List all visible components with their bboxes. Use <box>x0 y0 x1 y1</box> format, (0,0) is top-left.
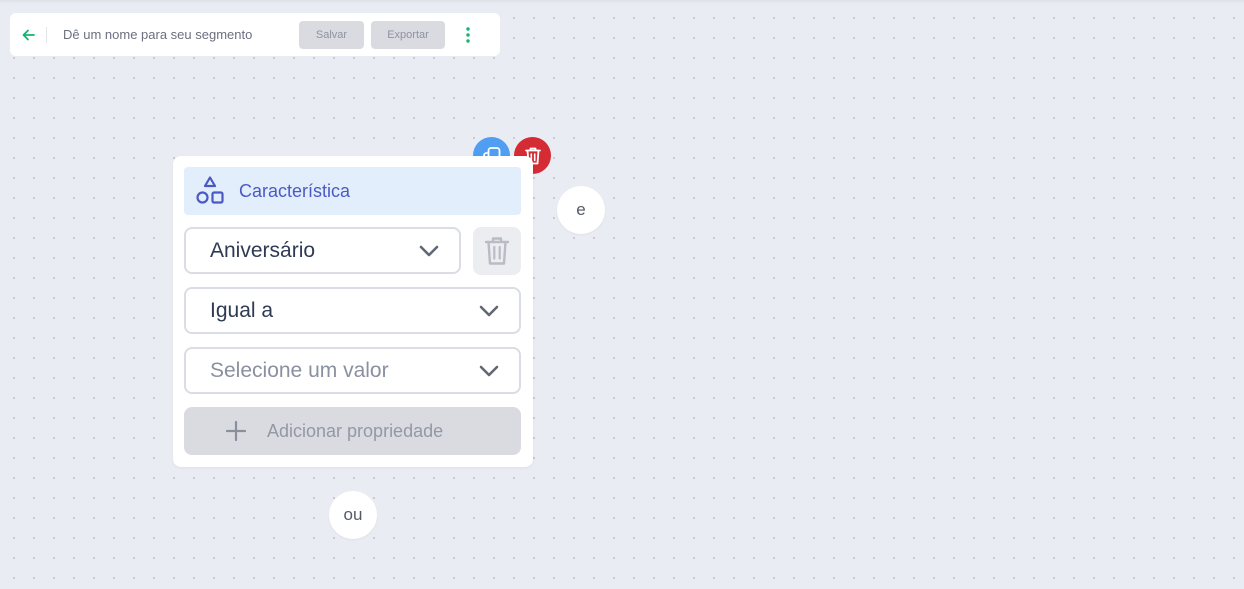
and-connector-button[interactable]: e <box>557 186 605 234</box>
export-button[interactable]: Exportar <box>371 20 445 49</box>
top-edge <box>0 0 1244 4</box>
remove-property-button[interactable] <box>473 227 521 275</box>
value-select-placeholder: Selecione um valor <box>210 358 389 382</box>
save-button[interactable]: Salvar <box>299 20 364 49</box>
arrow-left-icon <box>22 29 35 40</box>
back-button[interactable] <box>10 13 46 56</box>
or-connector-label: ou <box>343 505 363 524</box>
or-connector-button[interactable]: ou <box>329 491 377 539</box>
plus-icon <box>225 420 247 442</box>
shapes-icon <box>196 176 224 204</box>
add-property-button[interactable]: Adicionar propriedade <box>184 407 521 455</box>
segment-name-input[interactable] <box>47 13 285 56</box>
operator-select-value: Igual a <box>210 298 274 322</box>
characteristic-block: Característica Aniversário Igual a Selec… <box>173 156 533 467</box>
kebab-menu-icon <box>466 26 470 43</box>
add-property-label: Adicionar propriedade <box>267 420 444 441</box>
chevron-down-icon <box>479 305 499 316</box>
block-title: Característica <box>239 180 351 201</box>
property-select[interactable]: Aniversário <box>184 227 461 274</box>
trash-icon <box>484 237 510 265</box>
and-connector-label: e <box>576 200 586 219</box>
operator-select[interactable]: Igual a <box>184 287 521 334</box>
value-select[interactable]: Selecione um valor <box>184 347 521 394</box>
more-options-button[interactable] <box>453 20 483 50</box>
chevron-down-icon <box>479 365 499 376</box>
segment-toolbar: Salvar Exportar <box>10 13 500 56</box>
property-select-value: Aniversário <box>210 238 316 262</box>
chevron-down-icon <box>419 245 439 256</box>
block-header: Característica <box>184 167 521 215</box>
